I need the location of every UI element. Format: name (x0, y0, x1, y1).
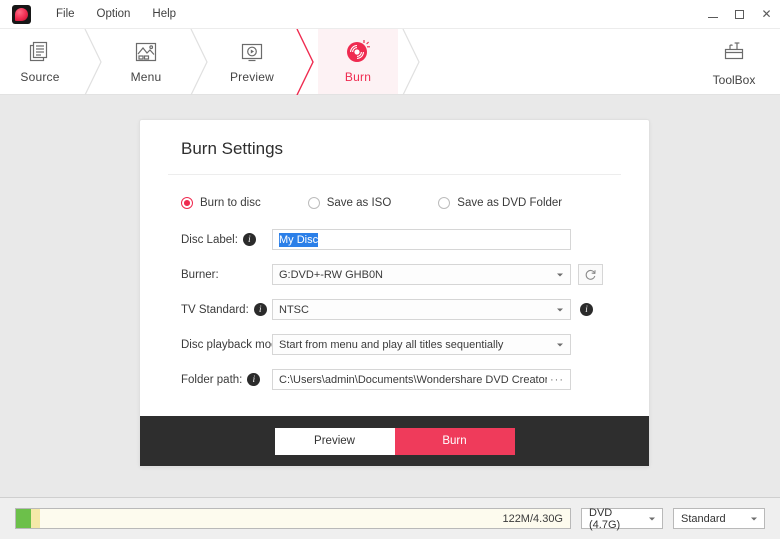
disc-label-text: Disc Label: (181, 233, 238, 246)
playback-mode-select[interactable]: Start from menu and play all titles sequ… (272, 334, 571, 355)
action-bar: Preview Burn (140, 416, 649, 466)
progress-buffer-segment (31, 509, 40, 528)
burner-value: G:DVD+-RW GHB0N (279, 268, 384, 281)
step-separator-2 (186, 28, 212, 95)
step-menu-label: Menu (130, 70, 162, 84)
close-button[interactable]: ✕ (753, 0, 780, 28)
app-logo-icon (12, 4, 31, 24)
radio-save-as-dvd-folder-label: Save as DVD Folder (457, 197, 563, 209)
radio-save-as-iso-label: Save as ISO (326, 197, 392, 209)
step-source[interactable]: Source (0, 29, 80, 94)
image-gallery-icon (133, 39, 159, 65)
capacity-progress-bar: 122M/4.30G (15, 508, 571, 529)
menu-option[interactable]: Option (86, 5, 142, 23)
radio-save-as-iso[interactable]: Save as ISO (307, 197, 392, 209)
step-toolbar: Source Menu Preview Burn ToolBox (0, 28, 780, 95)
tv-standard-select[interactable]: NTSC (272, 299, 571, 320)
disc-label-label: Disc Label: i (181, 233, 272, 246)
folder-path-ellipsis[interactable]: ··· (550, 374, 564, 386)
toolbox-icon (721, 37, 747, 68)
chevron-down-icon (751, 517, 757, 520)
tv-standard-controls: NTSC i (272, 299, 593, 320)
menu-file[interactable]: File (45, 5, 86, 23)
row-burner: Burner: G:DVD+-RW GHB0N (181, 264, 649, 285)
status-bar: 122M/4.30G DVD (4.7G) Standard (0, 497, 780, 539)
minimize-icon (707, 16, 718, 18)
radio-dot-icon (181, 197, 193, 209)
work-area: Burn Settings Burn to disc Save as ISO S… (0, 95, 780, 497)
step-source-label: Source (20, 70, 60, 84)
folder-path-label: Folder path: i (181, 373, 272, 386)
step-preview-label: Preview (229, 70, 275, 84)
step-burn-label: Burn (344, 70, 372, 84)
chevron-down-icon (557, 273, 563, 276)
step-list: Source Menu Preview Burn (0, 28, 424, 95)
radio-dot-icon (307, 197, 320, 209)
quality-value: Standard (681, 512, 726, 525)
step-separator-1 (80, 28, 106, 95)
folder-path-label-text: Folder path: (181, 373, 243, 386)
info-icon[interactable]: i (253, 303, 267, 316)
folder-path-input[interactable]: C:\Users\admin\Documents\Wondershare DVD… (272, 369, 571, 390)
disc-label-input[interactable]: My Disc (272, 229, 571, 250)
menu-bar: File Option Help (45, 5, 187, 23)
page-title: Burn Settings (181, 139, 284, 158)
chevron-down-icon (557, 308, 563, 311)
burner-controls: G:DVD+-RW GHB0N (272, 264, 603, 285)
toolbox-label: ToolBox (712, 72, 756, 87)
radio-save-as-dvd-folder[interactable]: Save as DVD Folder (438, 197, 562, 209)
step-separator-4 (398, 28, 424, 95)
burn-settings-card: Burn Settings Burn to disc Save as ISO S… (139, 119, 650, 467)
burner-label: Burner: (181, 269, 272, 281)
settings-form: Burn to disc Save as ISO Save as DVD Fol… (140, 175, 649, 416)
disc-label-value: My Disc (279, 232, 319, 247)
burner-label-text: Burner: (181, 268, 219, 281)
radio-burn-to-disc-label: Burn to disc (200, 197, 261, 209)
tv-standard-label: TV Standard: i (181, 303, 272, 316)
burner-select[interactable]: G:DVD+-RW GHB0N (272, 264, 571, 285)
folder-path-value: C:\Users\admin\Documents\Wondershare DVD… (279, 373, 547, 386)
preview-button[interactable]: Preview (274, 427, 395, 455)
minimize-button[interactable] (699, 0, 726, 28)
monitor-play-icon (239, 39, 265, 65)
capacity-text: 122M/4.30G (502, 512, 563, 525)
tv-standard-value: NTSC (279, 303, 309, 316)
info-icon[interactable]: i (247, 373, 261, 386)
disc-type-select[interactable]: DVD (4.7G) (581, 506, 663, 531)
menu-help[interactable]: Help (141, 5, 187, 23)
step-separator-3 (292, 28, 318, 95)
burn-disc-icon (344, 39, 372, 65)
tv-standard-label-text: TV Standard: (181, 303, 249, 316)
form-rows: Disc Label: i My Disc Burner: G:DVD+-RW … (181, 229, 649, 390)
chevron-down-icon (649, 517, 655, 520)
quality-select[interactable]: Standard (673, 508, 765, 529)
playback-mode-value: Start from menu and play all titles sequ… (279, 338, 504, 351)
progress-used-segment (16, 509, 31, 528)
row-playback-mode: Disc playback mode: Start from menu and … (181, 334, 649, 355)
document-pages-icon (27, 39, 53, 65)
output-option-group: Burn to disc Save as ISO Save as DVD Fol… (181, 197, 649, 209)
title-bar: File Option Help ✕ (0, 0, 780, 29)
application-window: File Option Help ✕ Source Menu Preview B… (0, 0, 780, 539)
maximize-icon (735, 9, 744, 19)
step-menu[interactable]: Menu (106, 29, 186, 94)
row-disc-label: Disc Label: i My Disc (181, 229, 649, 250)
window-controls: ✕ (699, 0, 780, 28)
close-icon: ✕ (761, 7, 772, 21)
burn-button[interactable]: Burn (394, 427, 515, 455)
step-burn[interactable]: Burn (318, 29, 398, 94)
radio-burn-to-disc[interactable]: Burn to disc (181, 197, 261, 209)
refresh-burner-button[interactable] (578, 264, 603, 285)
tv-standard-info-icon[interactable]: i (580, 303, 593, 316)
radio-dot-icon (438, 197, 451, 209)
row-tv-standard: TV Standard: i NTSC i (181, 299, 649, 320)
info-icon[interactable]: i (242, 233, 256, 246)
step-preview[interactable]: Preview (212, 29, 292, 94)
chevron-down-icon (557, 343, 563, 346)
maximize-button[interactable] (726, 0, 753, 28)
playback-mode-label: Disc playback mode: (181, 339, 287, 351)
toolbox-button[interactable]: ToolBox (688, 29, 780, 94)
disc-type-value: DVD (4.7G) (589, 506, 621, 531)
row-folder-path: Folder path: i C:\Users\admin\Documents\… (181, 369, 649, 390)
